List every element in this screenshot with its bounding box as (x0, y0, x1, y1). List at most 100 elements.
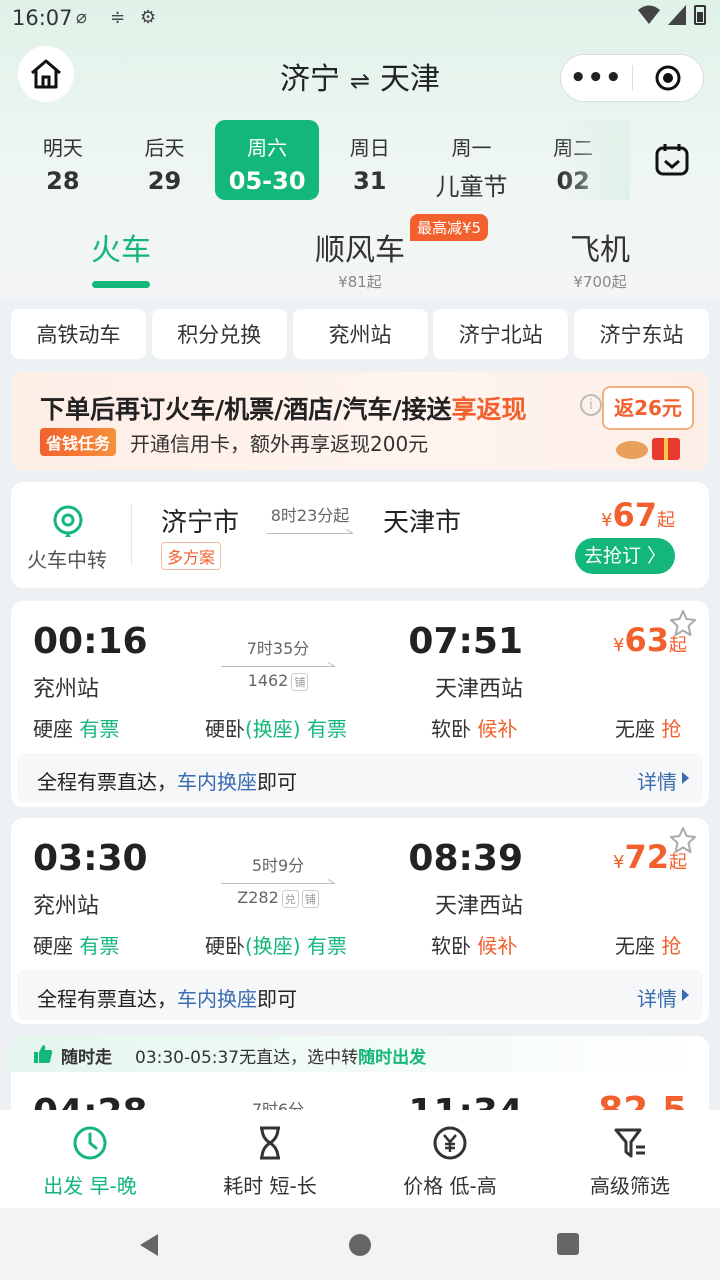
arrival-station: 天津西站 (434, 894, 523, 919)
seat-status: 抢 (661, 717, 682, 741)
tab-train-label: 火车 (91, 233, 151, 268)
note-pre: 全程有票直达， (37, 770, 177, 794)
caret-right-icon (682, 989, 689, 1001)
sort-price[interactable]: 价格 低-高 (360, 1110, 540, 1208)
train-number: Z282 (237, 888, 279, 907)
arrow-icon (221, 659, 335, 667)
banner-highlight: 享返现 (451, 395, 527, 424)
departure-station: 兖州站 (33, 894, 100, 919)
seat-name: 硬卧 (205, 934, 245, 958)
arrival-station: 天津西站 (434, 677, 523, 702)
transfer-to: 天津市 (383, 508, 462, 538)
details-link[interactable]: 详情 (637, 983, 677, 1012)
settings-gear-icon: ⚙ (140, 7, 157, 28)
back-icon[interactable] (136, 1232, 162, 1258)
chip-yanzhou-station[interactable]: 兖州站 (292, 309, 428, 359)
price-suffix: 起 (657, 510, 675, 531)
date-week: 周日 (349, 136, 390, 160)
close-miniapp-button[interactable] (633, 64, 704, 92)
recents-icon[interactable] (556, 1232, 580, 1256)
anytime-desc: 03:30-05:37无直达，选中转 (135, 1048, 359, 1068)
chip-jining-north[interactable]: 济宁北站 (433, 309, 569, 359)
tab-carpool[interactable]: 顺风车 ¥81起 (300, 225, 420, 292)
tab-carpool-price: ¥81起 (338, 273, 382, 291)
train-card[interactable]: 00:16 兖州站 7时35分 1462 铺 07:51 天津西站 ¥63起 硬座… (11, 601, 709, 807)
tab-carpool-label: 顺风车 (315, 233, 405, 268)
status-bar: 16:07 ⌀ ≑ ⚙ (0, 0, 720, 36)
transport-mode-tabs: 火车 顺风车 ¥81起 飞机 ¥700起 (0, 215, 720, 295)
seat-soft-sleeper: 软卧 候补 (431, 930, 517, 959)
date-week: 周六 (247, 136, 288, 160)
sort-duration[interactable]: 耗时 短-长 (180, 1110, 360, 1208)
home-circle-icon[interactable] (347, 1232, 373, 1258)
seat-status: 有票 (306, 717, 347, 741)
travel-duration: 5时9分 (251, 856, 305, 875)
train-card[interactable]: 03:30 兖州站 5时9分 Z282 兑铺 08:39 天津西站 ¥72起 硬座… (11, 818, 709, 1024)
date-day: 28 (46, 167, 80, 195)
sort-price-label: 价格 低-高 (403, 1174, 497, 1198)
currency: ¥ (613, 852, 625, 873)
date-selected[interactable]: 周六 05-30 (215, 120, 319, 200)
transfer-duration: 8时23分起 (267, 502, 353, 534)
price-value: 72 (624, 838, 669, 876)
date-strip-fade (560, 120, 630, 200)
to-city: 天津 (380, 62, 441, 97)
anytime-bar: 随时走 03:30-05:37无直达，选中转随时出发 (11, 1036, 709, 1072)
anytime-highlight: 随时出发 (358, 1048, 427, 1068)
advanced-filter[interactable]: 高级筛选 (540, 1110, 720, 1208)
seat-extra: (换座) (245, 717, 301, 741)
route-note: 全程有票直达，车内换座即可 详情 (17, 970, 703, 1020)
sort-departure[interactable]: 出发 早-晚 (0, 1110, 180, 1208)
book-transfer-button[interactable]: 去抢订 〉 (575, 538, 675, 574)
filter-icon (614, 1128, 645, 1158)
calendar-button[interactable] (644, 136, 700, 184)
chip-points[interactable]: 积分兑换 (151, 309, 287, 359)
seat-status: 有票 (306, 934, 347, 958)
info-icon[interactable]: i (580, 394, 602, 416)
date-tomorrow[interactable]: 明天 28 (12, 120, 114, 200)
location-off-icon: ⌀ (76, 7, 87, 28)
clock-icon (73, 1126, 107, 1160)
train-number-row: 1462 铺 (221, 671, 335, 691)
transfer-location-icon (53, 505, 83, 537)
yuan-icon (433, 1126, 467, 1160)
cashback-banner[interactable]: 下单后再订火车/机票/酒店/汽车/接送享返现 i 省钱任务 开通信用卡，额外再享… (12, 372, 708, 470)
price-suffix: 起 (669, 852, 687, 873)
seat-name: 无座 (615, 717, 655, 741)
price-value: 67 (612, 496, 657, 534)
transfer-price: ¥67起 (601, 496, 675, 534)
date-sunday[interactable]: 周日 31 (319, 120, 421, 200)
price-suffix: 起 (669, 635, 687, 656)
date-day-after[interactable]: 后天 29 (114, 120, 216, 200)
date-week: 周一 (451, 136, 492, 160)
departure-station: 兖州站 (33, 677, 100, 702)
date-day: 31 (353, 167, 387, 195)
banner-task-tag: 省钱任务 (40, 428, 117, 456)
data-saver-icon: ≑ (110, 7, 126, 28)
banner-subtext: 开通信用卡，额外再享返现200元 (130, 432, 429, 456)
seat-name: 软卧 (431, 717, 471, 741)
date-monday[interactable]: 周一 儿童节 (421, 120, 523, 201)
tab-flight[interactable]: 飞机 ¥700起 (560, 225, 640, 292)
chip-high-speed[interactable]: 高铁动车 (11, 309, 146, 359)
swap-icon[interactable]: ⇌ (350, 67, 370, 95)
chip-jining-east[interactable]: 济宁东站 (574, 309, 709, 359)
tab-flight-price: ¥700起 (573, 273, 627, 291)
seat-status: 抢 (661, 934, 682, 958)
hourglass-icon (260, 1126, 280, 1160)
tab-train[interactable]: 火车 (90, 225, 152, 288)
more-button[interactable]: ••• (561, 65, 632, 91)
change-seat-link[interactable]: 车内换座 (177, 770, 257, 794)
transfer-card[interactable]: 火车中转 济宁市 多方案 8时23分起 天津市 ¥67起 去抢订 〉 (11, 482, 709, 588)
transfer-from: 济宁市 (161, 508, 240, 538)
details-link[interactable]: 详情 (637, 766, 677, 795)
seat-status: 有票 (79, 717, 120, 741)
date-strip: 明天28 后天29 周六05-30 周日31 周一儿童节 周二02 (12, 120, 624, 201)
note-text: 全程有票直达，车内换座即可 (37, 983, 297, 1012)
arrival-time: 07:51 (408, 621, 523, 662)
miniapp-capsule: ••• (560, 54, 704, 102)
transfer-label: 火车中转 (27, 548, 107, 572)
seat-name: 硬座 (33, 934, 73, 958)
train-info: 5时9分 Z282 兑铺 (221, 852, 335, 908)
change-seat-link[interactable]: 车内换座 (177, 987, 257, 1011)
